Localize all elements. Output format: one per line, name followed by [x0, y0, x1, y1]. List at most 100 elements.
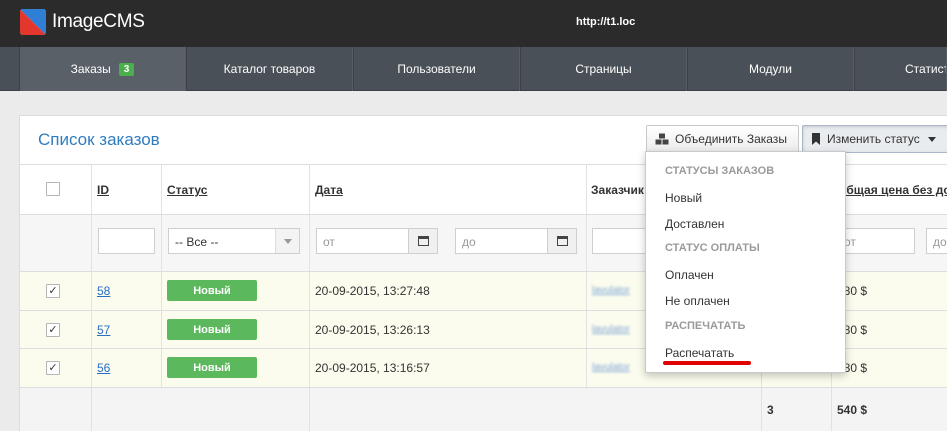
nav-item-label: Каталог товаров	[223, 62, 316, 76]
header-id-cell: ID	[91, 165, 161, 214]
filter-status-value: -- Все --	[175, 235, 219, 249]
calendar-icon	[417, 236, 429, 246]
row-check-cell: ✓	[20, 311, 91, 348]
filter-total-to-input[interactable]: до	[926, 228, 947, 254]
select-arrow-icon	[275, 229, 299, 253]
filter-total-cell: от до	[831, 215, 947, 271]
print-highlight-underline	[663, 361, 751, 365]
caret-down-icon	[927, 136, 936, 142]
calendar-icon	[556, 236, 568, 246]
header-status-cell: Статус	[161, 165, 309, 214]
row-total-cell: 180 $	[831, 349, 947, 387]
footer-total-cell: 540 $	[831, 388, 947, 431]
status-badge[interactable]: Новый	[167, 357, 257, 378]
order-date: 20-09-2015, 13:16:57	[315, 361, 430, 375]
orders-sum-total: 540 $	[837, 403, 868, 417]
nav-item-pages[interactable]: Страницы	[520, 47, 687, 91]
sort-by-total-link[interactable]: Общая цена без доставки	[837, 183, 947, 197]
dropdown-header-order-statuses: СТАТУСЫ ЗАКАЗОВ	[665, 165, 775, 177]
footer-empty-cell	[161, 388, 309, 431]
row-checkbox[interactable]: ✓	[46, 323, 60, 337]
sort-by-status-link[interactable]: Статус	[167, 183, 207, 197]
row-total-cell: 180 $	[831, 272, 947, 310]
filter-status-select[interactable]: -- Все --	[168, 228, 300, 254]
filter-empty-cell	[20, 215, 91, 271]
orders-count-total: 3	[767, 403, 774, 417]
order-date: 20-09-2015, 13:26:13	[315, 323, 430, 337]
row-status-cell: Новый	[161, 272, 309, 310]
customer-link[interactable]: lavulator	[592, 285, 630, 296]
main-nav: Заказы 3 Каталог товаров Пользователи Ст…	[0, 47, 947, 91]
row-id-cell: 58	[91, 272, 161, 310]
logo[interactable]: ImageCMS	[20, 9, 145, 35]
imagecms-logo-icon	[20, 9, 46, 35]
merge-orders-button[interactable]: Объединить Заказы	[646, 125, 799, 153]
row-checkbox[interactable]: ✓	[46, 361, 60, 375]
footer-empty-cell	[91, 388, 161, 431]
row-total-cell: 180 $	[831, 311, 947, 348]
nav-item-label: Страницы	[575, 62, 632, 76]
sort-by-date-link[interactable]: Дата	[315, 183, 343, 197]
row-id-cell: 56	[91, 349, 161, 387]
filter-date-cell: от до	[309, 215, 586, 271]
dropdown-item-unpaid[interactable]: Не оплачен	[665, 294, 730, 308]
dropdown-item-new[interactable]: Новый	[665, 191, 702, 205]
dropdown-item-delivered[interactable]: Доставлен	[665, 217, 724, 231]
filter-id-input[interactable]	[98, 228, 155, 254]
dropdown-header-print: РАСПЕЧАТАТЬ	[665, 320, 746, 332]
select-all-checkbox[interactable]	[46, 182, 60, 196]
filter-status-cell: -- Все --	[161, 215, 309, 271]
status-badge[interactable]: Новый	[167, 319, 257, 340]
nav-item-statistics[interactable]: Статистика	[854, 47, 947, 91]
customer-link[interactable]: lavulator	[592, 362, 630, 373]
nav-item-users[interactable]: Пользователи	[353, 47, 520, 91]
date-from-calendar-button[interactable]	[408, 228, 438, 254]
dropdown-item-print[interactable]: Распечатать	[665, 346, 734, 360]
footer-empty-cell	[309, 388, 586, 431]
nav-item-catalog[interactable]: Каталог товаров	[186, 47, 353, 91]
nav-item-label: Пользователи	[397, 62, 476, 76]
row-check-cell: ✓	[20, 349, 91, 387]
order-id-link[interactable]: 57	[97, 323, 110, 337]
row-date-cell: 20-09-2015, 13:26:13	[309, 311, 586, 348]
dropdown-item-paid[interactable]: Оплачен	[665, 268, 714, 282]
footer-empty-cell	[586, 388, 761, 431]
filter-date-to-input[interactable]: до	[455, 228, 548, 254]
nav-item-label: Заказы	[70, 62, 111, 76]
row-date-cell: 20-09-2015, 13:16:57	[309, 349, 586, 387]
nav-item-label: Статистика	[905, 62, 946, 76]
nav-item-orders[interactable]: Заказы 3	[19, 47, 186, 91]
filter-id-cell	[91, 215, 161, 271]
order-date: 20-09-2015, 13:27:48	[315, 284, 430, 298]
order-id-link[interactable]: 58	[97, 284, 110, 298]
status-badge[interactable]: Новый	[167, 280, 257, 301]
dropdown-header-payment-status: СТАТУС ОПЛАТЫ	[665, 242, 760, 254]
filter-date-from-input[interactable]: от	[316, 228, 409, 254]
filter-total-from-input[interactable]: от	[837, 228, 915, 254]
footer-empty-cell	[20, 388, 91, 431]
date-to-calendar-button[interactable]	[547, 228, 577, 254]
table-footer-row: 3 540 $	[20, 387, 947, 431]
header-total-cell: Общая цена без доставки	[831, 165, 947, 214]
footer-count-cell: 3	[761, 388, 831, 431]
change-status-label: Изменить статус	[827, 132, 920, 146]
select-all-cell	[20, 165, 91, 214]
orders-count-badge: 3	[118, 62, 135, 76]
customer-header: Заказчик	[591, 183, 644, 197]
row-id-cell: 57	[91, 311, 161, 348]
merge-orders-label: Объединить Заказы	[675, 132, 787, 146]
sort-by-id-link[interactable]: ID	[97, 183, 109, 197]
logo-text: ImageCMS	[52, 11, 145, 32]
change-status-dropdown: СТАТУСЫ ЗАКАЗОВ Новый Доставлен СТАТУС О…	[645, 151, 846, 373]
row-checkbox[interactable]: ✓	[46, 284, 60, 298]
change-status-button[interactable]: Изменить статус	[802, 125, 947, 153]
site-url-link[interactable]: http://t1.loc	[576, 16, 635, 28]
header-date-cell: Дата	[309, 165, 586, 214]
order-id-link[interactable]: 56	[97, 361, 110, 375]
nav-item-label: Модули	[749, 62, 792, 76]
cubes-icon	[655, 133, 669, 145]
row-check-cell: ✓	[20, 272, 91, 310]
nav-item-modules[interactable]: Модули	[687, 47, 854, 91]
page-title: Список заказов	[38, 130, 160, 149]
customer-link[interactable]: lavulator	[592, 324, 630, 335]
